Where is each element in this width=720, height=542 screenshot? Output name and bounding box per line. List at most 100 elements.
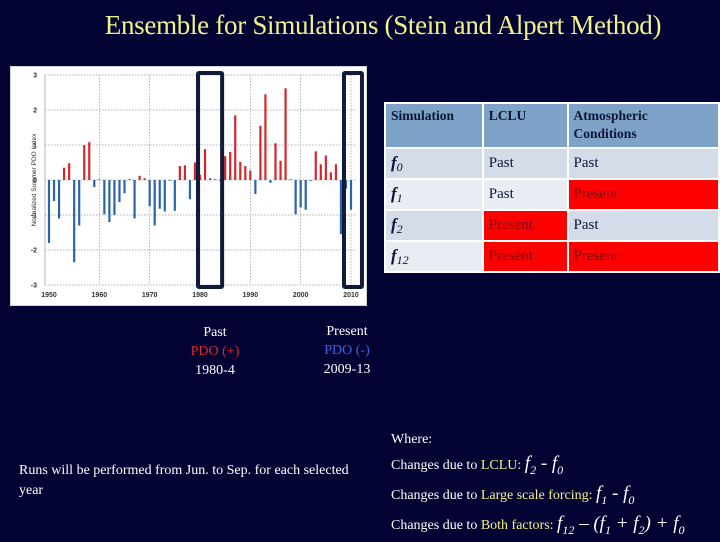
formula-both: f12 – (f1 + f2) + f0 [557, 513, 685, 537]
where-heading: Where: [391, 432, 433, 447]
bar-1981 [203, 149, 207, 180]
runs-note: Runs will be performed from Jun. to Sep.… [19, 463, 349, 498]
x-tick-labels: 1950 1960 1970 1980 1990 2000 2010 [41, 292, 359, 299]
bar-1953 [63, 167, 66, 180]
bar-1985 [224, 156, 227, 180]
bar-2007 [334, 164, 337, 180]
bar-1963 [113, 180, 116, 215]
past-years: 1980-4 [195, 363, 235, 378]
where-definitions: Where: Changes due to LCLU: f2 - f0 Chan… [391, 428, 720, 542]
bar-1957 [83, 145, 86, 180]
bar-1967 [133, 180, 136, 219]
atm-cell: Present [568, 242, 718, 271]
bar-2002 [309, 180, 312, 181]
bar-1973 [163, 180, 166, 212]
present-period-label: Present PDO (-) 2009-13 [302, 322, 392, 379]
bar-1996 [279, 160, 282, 180]
bar-1990 [249, 170, 252, 180]
slide-title: Ensemble for Simulations (Stein and Alpe… [104, 10, 662, 40]
table-row: f12 Present Present [386, 242, 718, 271]
bar-1989 [244, 166, 247, 180]
bar-1976 [178, 166, 181, 180]
formula-large-scale: f1 - f0 [596, 482, 635, 507]
table-row: f2 Present Past [386, 211, 718, 240]
table-row: f1 Past Present [386, 180, 718, 209]
x-tick-label: 1990 [243, 292, 259, 299]
atm-cell: Past [568, 211, 718, 240]
table-header-row: Simulation LCLU Atmospheric Conditions [386, 104, 718, 147]
lclu-cell: Past [483, 149, 567, 178]
bar-1987 [234, 115, 237, 180]
bar-1959 [93, 180, 96, 187]
sim-cell: f0 [386, 149, 482, 178]
bar-1950 [47, 180, 51, 243]
bar-1979 [193, 162, 197, 180]
bar-1968 [138, 175, 141, 180]
bar-2008 [339, 180, 343, 235]
bar-1971 [153, 180, 156, 226]
x-tick-label: 2000 [293, 292, 309, 299]
y-tick-label: -2 [31, 248, 37, 255]
bar-1961 [103, 180, 106, 215]
sim-cell: f12 [386, 242, 482, 271]
present-years: 2009-13 [323, 362, 371, 377]
definition-lclu: Changes due to LCLU: f2 - f0 [391, 452, 564, 477]
bar-1988 [239, 161, 242, 180]
header-lclu: LCLU [483, 104, 567, 147]
header-atmospheric-conditions: Atmospheric Conditions [568, 104, 718, 147]
bar-1970 [148, 180, 151, 207]
atm-cell: Past [568, 149, 718, 178]
table-row: f0 Past Past [386, 149, 718, 178]
bar-1992 [259, 125, 262, 180]
bar-1955 [73, 180, 76, 263]
bar-2004 [319, 164, 322, 180]
definition-large-scale: Changes due to Large scale forcing: f1 -… [391, 482, 635, 507]
x-tick-label: 1980 [192, 292, 208, 299]
y-axis-label: Normalized Summer PDO Index [31, 133, 38, 227]
bar-2001 [304, 180, 307, 210]
bar-1960 [98, 179, 101, 180]
bar-1982 [208, 178, 212, 180]
bar-1977 [183, 165, 186, 180]
bar-1958 [88, 142, 91, 180]
x-tick-label: 2010 [343, 292, 359, 299]
bar-1994 [269, 180, 272, 183]
header-simulation: Simulation [386, 104, 482, 147]
bar-2000 [299, 180, 302, 208]
simulation-table: Simulation LCLU Atmospheric Conditions f… [384, 102, 720, 273]
bar-1965 [123, 180, 126, 194]
bar-1972 [158, 180, 161, 209]
bar-1993 [264, 94, 267, 180]
definition-both: Changes due to Both factors: f12 – (f1 +… [391, 513, 685, 537]
bar-1997 [284, 88, 287, 180]
bar-1995 [274, 143, 277, 180]
lclu-cell: Present [483, 211, 567, 240]
lclu-cell: Present [483, 242, 567, 271]
bar-2005 [324, 155, 327, 180]
y-tick-label: 2 [33, 108, 37, 115]
bar-1962 [108, 180, 111, 222]
sim-cell: f2 [386, 211, 482, 240]
bar-1952 [57, 180, 61, 219]
present-title: Present [326, 324, 368, 339]
bar-1969 [143, 178, 146, 180]
bar-1986 [229, 152, 232, 180]
pdo-chart-panel: 3 2 1 0 -1 -2 -3 1950 1960 1970 1980 1990 2000 2010 … [10, 66, 367, 306]
bar-1998 [289, 179, 292, 180]
x-tick-label: 1960 [92, 292, 108, 299]
bar-2003 [314, 151, 317, 180]
bar-1991 [254, 180, 257, 194]
bar-1999 [294, 180, 297, 215]
x-tick-label: 1970 [142, 292, 158, 299]
lclu-cell: Past [483, 180, 567, 209]
bar-2010 [349, 180, 353, 210]
bar-1951 [52, 180, 56, 201]
past-period-label: Past PDO (+) 1980-4 [170, 323, 260, 380]
atm-cell: Present [568, 180, 718, 209]
y-tick-label: 3 [33, 73, 37, 80]
bar-2006 [329, 172, 332, 180]
bar-1956 [78, 180, 81, 226]
bar-1978 [188, 180, 192, 200]
x-tick-label: 1950 [41, 292, 57, 299]
past-title: Past [203, 325, 227, 340]
